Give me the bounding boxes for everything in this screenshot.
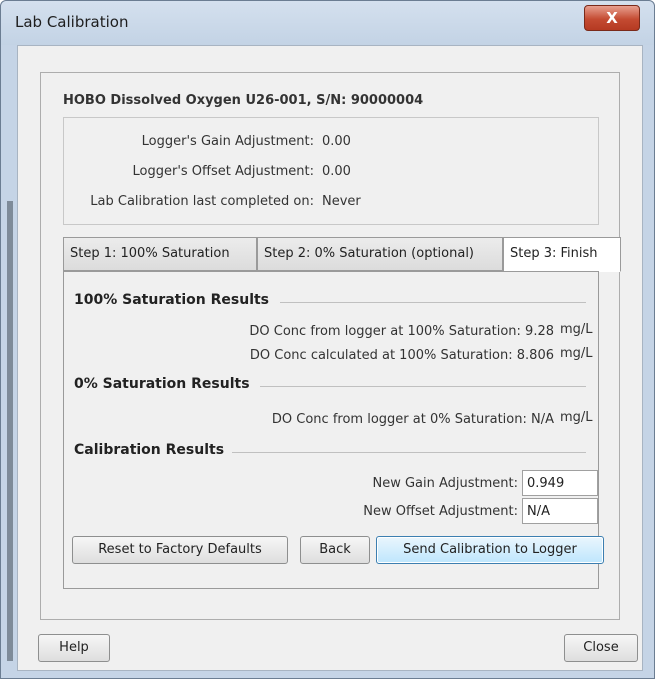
new-offset-field[interactable]	[522, 498, 598, 524]
offset-adjustment-value: 0.00	[322, 164, 351, 179]
tab-step-3[interactable]: Step 3: Finish	[503, 237, 621, 272]
sat100-calc-label: DO Conc calculated at 100% Saturation: 8…	[249, 348, 554, 363]
help-button[interactable]: Help	[38, 634, 110, 662]
window-close-button[interactable]: X	[584, 5, 640, 31]
lab-calibration-window: Lab Calibration X HOBO Dissolved Oxygen …	[0, 0, 655, 679]
sat100-logger-unit: mg/L	[560, 322, 593, 337]
offset-adjustment-label: Logger's Offset Adjustment:	[132, 164, 315, 179]
last-calibration-label: Lab Calibration last completed on:	[90, 194, 314, 209]
reset-factory-defaults-button[interactable]: Reset to Factory Defaults	[72, 536, 288, 564]
sat100-calc-unit: mg/L	[560, 346, 593, 361]
new-gain-field[interactable]	[522, 470, 598, 496]
gain-adjustment-value: 0.00	[322, 134, 351, 149]
device-title: HOBO Dissolved Oxygen U26-001, S/N: 9000…	[63, 93, 424, 108]
background-window-edge	[7, 201, 13, 661]
gain-adjustment-label: Logger's Gain Adjustment:	[141, 134, 314, 149]
new-offset-label: New Offset Adjustment:	[363, 504, 518, 519]
logger-info-panel: Logger's Gain Adjustment: 0.00 Logger's …	[63, 117, 599, 225]
calibration-results-heading: Calibration Results	[74, 442, 225, 458]
close-button[interactable]: Close	[564, 634, 638, 662]
sat100-calc-value: 8.806	[516, 348, 554, 363]
sat100-logger-label: DO Conc from logger at 100% Saturation: …	[249, 324, 554, 339]
window-title: Lab Calibration	[15, 13, 129, 31]
sat100-logger-value: 9.28	[525, 324, 554, 339]
sat100-heading: 100% Saturation Results	[74, 292, 270, 308]
tab-step-1[interactable]: Step 1: 100% Saturation	[63, 237, 257, 271]
sat0-logger-label: DO Conc from logger at 0% Saturation: N/…	[271, 412, 554, 427]
new-gain-label: New Gain Adjustment:	[372, 476, 518, 491]
tab-step-2[interactable]: Step 2: 0% Saturation (optional)	[257, 237, 503, 271]
calibration-group-box: HOBO Dissolved Oxygen U26-001, S/N: 9000…	[40, 72, 621, 620]
title-bar[interactable]: Lab Calibration X	[1, 1, 654, 45]
sat100-divider	[280, 302, 586, 303]
calibration-results-divider	[232, 452, 586, 453]
sat0-divider	[260, 386, 586, 387]
last-calibration-value: Never	[322, 194, 361, 209]
finish-tab-panel: 100% Saturation Results DO Conc from log…	[63, 271, 604, 589]
back-button[interactable]: Back	[300, 536, 370, 564]
sat0-heading: 0% Saturation Results	[74, 376, 250, 392]
send-calibration-button[interactable]: Send Calibration to Logger	[376, 536, 604, 564]
dialog-client-area: HOBO Dissolved Oxygen U26-001, S/N: 9000…	[17, 45, 643, 671]
sat0-logger-unit: mg/L	[560, 410, 593, 425]
sat0-logger-value: N/A	[531, 412, 554, 427]
